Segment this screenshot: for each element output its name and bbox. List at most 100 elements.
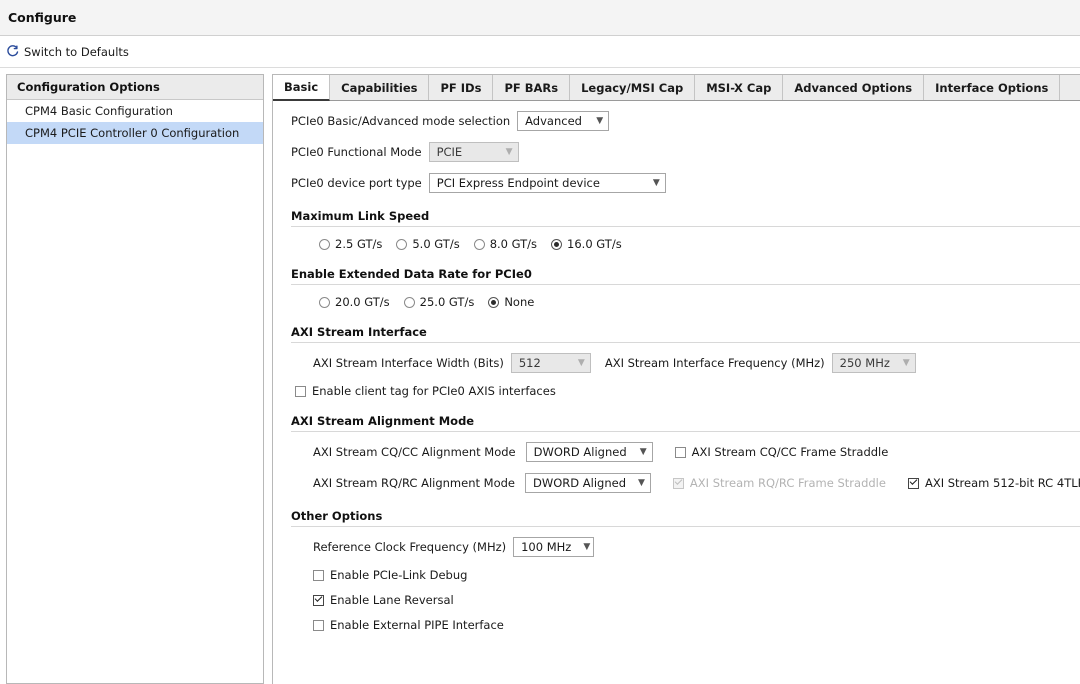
tab-interface-options[interactable]: Interface Options	[924, 75, 1060, 100]
radio-mark-icon	[396, 239, 407, 250]
checkbox-label: AXI Stream CQ/CC Frame Straddle	[692, 445, 889, 459]
radio-max-link-speed-2-5[interactable]: 2.5 GT/s	[319, 237, 382, 251]
radio-mark-icon	[551, 239, 562, 250]
checkbox-axi-cq-cc-frame-straddle[interactable]: AXI Stream CQ/CC Frame Straddle	[675, 445, 889, 459]
checkbox-mark-icon	[313, 570, 324, 581]
tab-msi-x-cap[interactable]: MSI-X Cap	[695, 75, 783, 100]
axi-stream-frequency-dropdown[interactable]: 250 MHz ▼	[832, 353, 916, 373]
chevron-down-icon: ▼	[596, 117, 603, 126]
axi-rq-rc-alignment-label: AXI Stream RQ/RC Alignment Mode	[313, 476, 515, 490]
sidebar-item-cpm4-pcie-controller-0-configuration[interactable]: CPM4 PCIE Controller 0 Configuration	[7, 122, 263, 144]
refresh-icon	[6, 45, 19, 58]
axi-stream-width-label: AXI Stream Interface Width (Bits)	[313, 356, 504, 370]
axi-alignment-section: AXI Stream Alignment Mode	[273, 414, 1080, 432]
radio-max-link-speed-5-0[interactable]: 5.0 GT/s	[396, 237, 459, 251]
checkbox-mark-icon	[675, 447, 686, 458]
content-area: Configuration Options CPM4 Basic Configu…	[0, 68, 1080, 684]
checkbox-mark-icon	[313, 620, 324, 631]
defaults-toolbar: Switch to Defaults	[0, 36, 1080, 68]
axi-rq-rc-alignment-dropdown[interactable]: DWORD Aligned ▼	[525, 473, 651, 493]
pcie-link-debug-row: Enable PCIe-Link Debug	[273, 568, 1080, 582]
max-link-speed-title: Maximum Link Speed	[291, 209, 1080, 223]
axi-stream-interface-section: AXI Stream Interface	[273, 325, 1080, 343]
mode-selection-value: Advanced	[525, 114, 582, 128]
chevron-down-icon: ▼	[653, 179, 660, 188]
reference-clock-dropdown[interactable]: 100 MHz ▼	[513, 537, 594, 557]
other-options-section: Other Options	[273, 509, 1080, 527]
checkbox-label: Enable Lane Reversal	[330, 593, 454, 607]
lane-reversal-row: Enable Lane Reversal	[273, 593, 1080, 607]
sidebar-item-cpm4-basic-configuration[interactable]: CPM4 Basic Configuration	[7, 100, 263, 122]
section-divider	[291, 284, 1080, 285]
device-port-type-row: PCIe0 device port type PCI Express Endpo…	[273, 173, 1080, 193]
radio-label: 8.0 GT/s	[490, 237, 537, 251]
checkbox-enable-pcie-link-debug[interactable]: Enable PCIe-Link Debug	[313, 568, 467, 582]
radio-label: 25.0 GT/s	[420, 295, 475, 309]
radio-mark-icon	[319, 239, 330, 250]
radio-max-link-speed-8-0[interactable]: 8.0 GT/s	[474, 237, 537, 251]
tab-legacy-msi-cap[interactable]: Legacy/MSI Cap	[570, 75, 695, 100]
tab-bar-filler	[1060, 75, 1080, 100]
checkbox-enable-client-tag[interactable]: Enable client tag for PCIe0 AXIS interfa…	[295, 384, 556, 398]
reference-clock-value: 100 MHz	[521, 540, 571, 554]
radio-extended-rate-none[interactable]: None	[488, 295, 534, 309]
axi-stream-frequency-label: AXI Stream Interface Frequency (MHz)	[605, 356, 825, 370]
axi-rq-rc-alignment-value: DWORD Aligned	[533, 476, 626, 490]
reference-clock-row: Reference Clock Frequency (MHz) 100 MHz …	[273, 537, 1080, 557]
checkbox-label: Enable client tag for PCIe0 AXIS interfa…	[312, 384, 556, 398]
chevron-down-icon: ▼	[506, 148, 513, 157]
functional-mode-row: PCIe0 Functional Mode PCIE ▼	[273, 142, 1080, 162]
radio-mark-icon	[319, 297, 330, 308]
checkbox-enable-lane-reversal[interactable]: Enable Lane Reversal	[313, 593, 454, 607]
axi-cq-cc-alignment-value: DWORD Aligned	[534, 445, 627, 459]
functional-mode-dropdown[interactable]: PCIE ▼	[429, 142, 519, 162]
mode-selection-dropdown[interactable]: Advanced ▼	[517, 111, 609, 131]
radio-max-link-speed-16-0[interactable]: 16.0 GT/s	[551, 237, 622, 251]
checkbox-mark-icon	[313, 595, 324, 606]
axi-cq-cc-alignment-dropdown[interactable]: DWORD Aligned ▼	[526, 442, 653, 462]
radio-label: 16.0 GT/s	[567, 237, 622, 251]
switch-to-defaults-button[interactable]: Switch to Defaults	[6, 45, 129, 59]
tab-pf-ids[interactable]: PF IDs	[429, 75, 493, 100]
tab-basic[interactable]: Basic	[273, 75, 330, 101]
reference-clock-label: Reference Clock Frequency (MHz)	[313, 540, 506, 554]
client-tag-row: Enable client tag for PCIe0 AXIS interfa…	[273, 384, 1080, 398]
tab-pf-bars[interactable]: PF BARs	[493, 75, 570, 100]
checkbox-enable-external-pipe-interface[interactable]: Enable External PIPE Interface	[313, 618, 504, 632]
chevron-down-icon: ▼	[640, 448, 647, 457]
radio-extended-rate-25-0[interactable]: 25.0 GT/s	[404, 295, 475, 309]
mode-selection-label: PCIe0 Basic/Advanced mode selection	[291, 114, 510, 128]
checkbox-axi-512-bit-rc-4tlp-straddle[interactable]: AXI Stream 512-bit RC 4TLP Straddle	[908, 476, 1080, 490]
radio-label: 5.0 GT/s	[412, 237, 459, 251]
axi-stream-width-row: AXI Stream Interface Width (Bits) 512 ▼ …	[273, 353, 1080, 373]
axi-cq-cc-alignment-row: AXI Stream CQ/CC Alignment Mode DWORD Al…	[273, 442, 1080, 462]
device-port-type-dropdown[interactable]: PCI Express Endpoint device ▼	[429, 173, 666, 193]
checkbox-mark-icon	[673, 478, 684, 489]
radio-mark-icon	[474, 239, 485, 250]
device-port-type-value: PCI Express Endpoint device	[437, 176, 600, 190]
checkbox-axi-rq-rc-frame-straddle[interactable]: AXI Stream RQ/RC Frame Straddle	[673, 476, 886, 490]
section-divider	[291, 342, 1080, 343]
functional-mode-label: PCIe0 Functional Mode	[291, 145, 422, 159]
axi-cq-cc-alignment-label: AXI Stream CQ/CC Alignment Mode	[313, 445, 516, 459]
section-divider	[291, 431, 1080, 432]
checkbox-label: AXI Stream 512-bit RC 4TLP Straddle	[925, 476, 1080, 490]
axi-alignment-title: AXI Stream Alignment Mode	[291, 414, 1080, 428]
axi-stream-width-dropdown[interactable]: 512 ▼	[511, 353, 591, 373]
page-title: Configure	[8, 10, 76, 25]
chevron-down-icon: ▼	[638, 479, 645, 488]
radio-extended-rate-20-0[interactable]: 20.0 GT/s	[319, 295, 390, 309]
tab-capabilities[interactable]: Capabilities	[330, 75, 429, 100]
tab-advanced-options[interactable]: Advanced Options	[783, 75, 924, 100]
tab-bar: Basic Capabilities PF IDs PF BARs Legacy…	[273, 75, 1080, 101]
axi-stream-interface-title: AXI Stream Interface	[291, 325, 1080, 339]
chevron-down-icon: ▼	[583, 543, 590, 552]
axi-stream-frequency-value: 250 MHz	[840, 356, 890, 370]
checkbox-label: Enable PCIe-Link Debug	[330, 568, 467, 582]
other-options-title: Other Options	[291, 509, 1080, 523]
radio-label: 20.0 GT/s	[335, 295, 390, 309]
chevron-down-icon: ▼	[903, 359, 910, 368]
checkbox-label: Enable External PIPE Interface	[330, 618, 504, 632]
functional-mode-value: PCIE	[437, 145, 463, 159]
mode-selection-row: PCIe0 Basic/Advanced mode selection Adva…	[273, 111, 1080, 131]
